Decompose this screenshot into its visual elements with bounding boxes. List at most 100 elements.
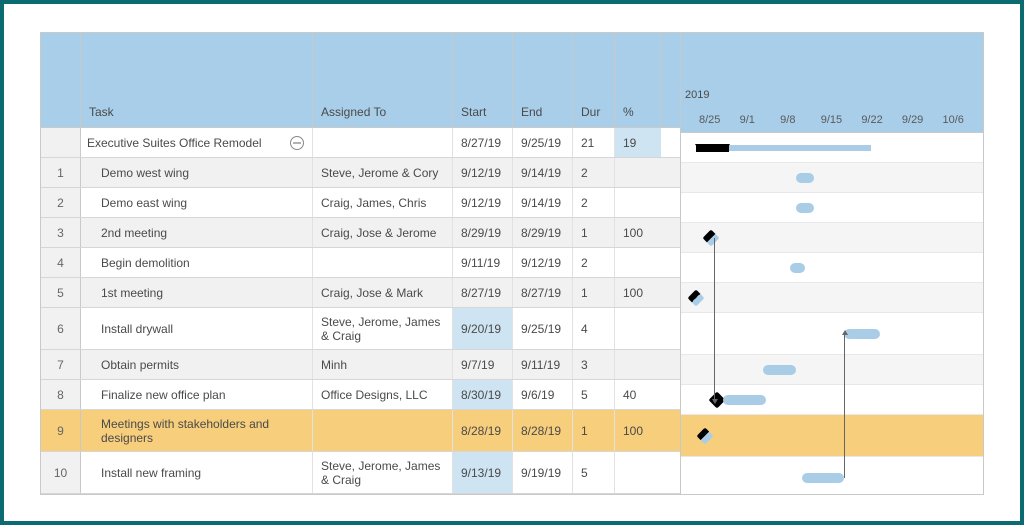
end-cell[interactable]: 8/28/19 — [513, 410, 573, 451]
duration-cell[interactable]: 1 — [573, 278, 615, 307]
table-row[interactable]: 32nd meetingCraig, Jose & Jerome8/29/198… — [41, 218, 680, 248]
gantt-bar[interactable] — [802, 473, 844, 483]
col-header-task[interactable]: Task — [81, 33, 313, 127]
row-number[interactable]: 8 — [41, 380, 81, 409]
table-row[interactable]: 8Finalize new office planOffice Designs,… — [41, 380, 680, 410]
start-cell[interactable]: 8/27/19 — [453, 278, 513, 307]
assigned-cell[interactable]: Craig, Jose & Mark — [313, 278, 453, 307]
task-cell[interactable]: Meetings with stakeholders and designers — [81, 410, 313, 451]
percent-cell[interactable]: 100 — [615, 410, 661, 451]
duration-cell[interactable]: 1 — [573, 410, 615, 451]
task-cell[interactable]: Demo west wing — [81, 158, 313, 187]
end-cell[interactable]: 9/6/19 — [513, 380, 573, 409]
gantt-bar[interactable] — [796, 203, 814, 213]
percent-cell[interactable] — [615, 308, 661, 349]
row-number[interactable]: 6 — [41, 308, 81, 349]
gantt-row[interactable] — [681, 253, 983, 283]
duration-cell[interactable]: 5 — [573, 452, 615, 493]
gantt-body[interactable] — [681, 133, 983, 495]
row-number[interactable] — [41, 128, 81, 157]
start-cell[interactable]: 9/11/19 — [453, 248, 513, 277]
row-number[interactable]: 5 — [41, 278, 81, 307]
table-row[interactable]: 4Begin demolition 9/11/199/12/192 — [41, 248, 680, 278]
col-header-end[interactable]: End — [513, 33, 573, 127]
duration-cell[interactable]: 3 — [573, 350, 615, 379]
assigned-cell[interactable]: Steve, Jerome, James & Craig — [313, 452, 453, 493]
task-cell[interactable]: Install new framing — [81, 452, 313, 493]
assigned-cell[interactable]: Craig, James, Chris — [313, 188, 453, 217]
task-cell[interactable]: Obtain permits — [81, 350, 313, 379]
gantt-bar[interactable] — [723, 395, 765, 405]
gantt-row[interactable] — [681, 133, 983, 163]
percent-cell[interactable] — [615, 248, 661, 277]
task-cell[interactable]: Finalize new office plan — [81, 380, 313, 409]
percent-cell[interactable] — [615, 350, 661, 379]
table-row[interactable]: Executive Suites Office Remodel 8/27/199/… — [41, 128, 680, 158]
end-cell[interactable]: 9/25/19 — [513, 128, 573, 157]
percent-cell[interactable] — [615, 158, 661, 187]
table-row[interactable]: 51st meetingCraig, Jose & Mark8/27/198/2… — [41, 278, 680, 308]
start-cell[interactable]: 9/13/19 — [453, 452, 513, 493]
gantt-row[interactable] — [681, 415, 983, 457]
task-cell[interactable]: Install drywall — [81, 308, 313, 349]
gantt-milestone[interactable] — [697, 427, 714, 444]
end-cell[interactable]: 9/14/19 — [513, 158, 573, 187]
task-cell[interactable]: Begin demolition — [81, 248, 313, 277]
task-cell[interactable]: Demo east wing — [81, 188, 313, 217]
percent-cell[interactable] — [615, 452, 661, 493]
end-cell[interactable]: 9/19/19 — [513, 452, 573, 493]
gantt-milestone[interactable] — [688, 289, 705, 306]
task-cell[interactable]: Executive Suites Office Remodel — [81, 128, 313, 157]
end-cell[interactable]: 8/27/19 — [513, 278, 573, 307]
assigned-cell[interactable]: Office Designs, LLC — [313, 380, 453, 409]
gantt-milestone[interactable] — [703, 229, 720, 246]
assigned-cell[interactable]: Steve, Jerome, James & Craig — [313, 308, 453, 349]
gantt-row[interactable] — [681, 313, 983, 355]
table-row[interactable]: 1Demo west wingSteve, Jerome & Cory9/12/… — [41, 158, 680, 188]
row-number[interactable]: 10 — [41, 452, 81, 493]
duration-cell[interactable]: 21 — [573, 128, 615, 157]
assigned-cell[interactable] — [313, 128, 453, 157]
col-header-dur[interactable]: Dur — [573, 33, 615, 127]
row-number[interactable]: 9 — [41, 410, 81, 451]
gantt-row[interactable] — [681, 223, 983, 253]
assigned-cell[interactable] — [313, 248, 453, 277]
gantt-bar[interactable] — [844, 329, 880, 339]
row-number[interactable]: 4 — [41, 248, 81, 277]
start-cell[interactable]: 8/28/19 — [453, 410, 513, 451]
start-cell[interactable]: 9/12/19 — [453, 188, 513, 217]
gantt-row[interactable] — [681, 355, 983, 385]
gantt-row[interactable] — [681, 457, 983, 495]
col-header-start[interactable]: Start — [453, 33, 513, 127]
gantt-bar[interactable] — [790, 263, 805, 273]
gantt-bar[interactable] — [796, 173, 814, 183]
gantt-row[interactable] — [681, 163, 983, 193]
percent-cell[interactable]: 100 — [615, 218, 661, 247]
start-cell[interactable]: 8/27/19 — [453, 128, 513, 157]
duration-cell[interactable]: 2 — [573, 158, 615, 187]
start-cell[interactable]: 8/30/19 — [453, 380, 513, 409]
table-row[interactable]: 6Install drywallSteve, Jerome, James & C… — [41, 308, 680, 350]
end-cell[interactable]: 9/11/19 — [513, 350, 573, 379]
duration-cell[interactable]: 4 — [573, 308, 615, 349]
gantt-bar[interactable] — [763, 365, 796, 375]
end-cell[interactable]: 9/12/19 — [513, 248, 573, 277]
col-header-rownum[interactable] — [41, 33, 81, 127]
row-number[interactable]: 1 — [41, 158, 81, 187]
percent-cell[interactable]: 40 — [615, 380, 661, 409]
task-cell[interactable]: 2nd meeting — [81, 218, 313, 247]
task-cell[interactable]: 1st meeting — [81, 278, 313, 307]
row-number[interactable]: 7 — [41, 350, 81, 379]
row-number[interactable]: 3 — [41, 218, 81, 247]
assigned-cell[interactable] — [313, 410, 453, 451]
start-cell[interactable]: 9/20/19 — [453, 308, 513, 349]
duration-cell[interactable]: 2 — [573, 188, 615, 217]
assigned-cell[interactable]: Minh — [313, 350, 453, 379]
gantt-row[interactable] — [681, 193, 983, 223]
row-number[interactable]: 2 — [41, 188, 81, 217]
gantt-row[interactable] — [681, 385, 983, 415]
duration-cell[interactable]: 1 — [573, 218, 615, 247]
duration-cell[interactable]: 2 — [573, 248, 615, 277]
gantt-row[interactable] — [681, 283, 983, 313]
table-row[interactable]: 9Meetings with stakeholders and designer… — [41, 410, 680, 452]
